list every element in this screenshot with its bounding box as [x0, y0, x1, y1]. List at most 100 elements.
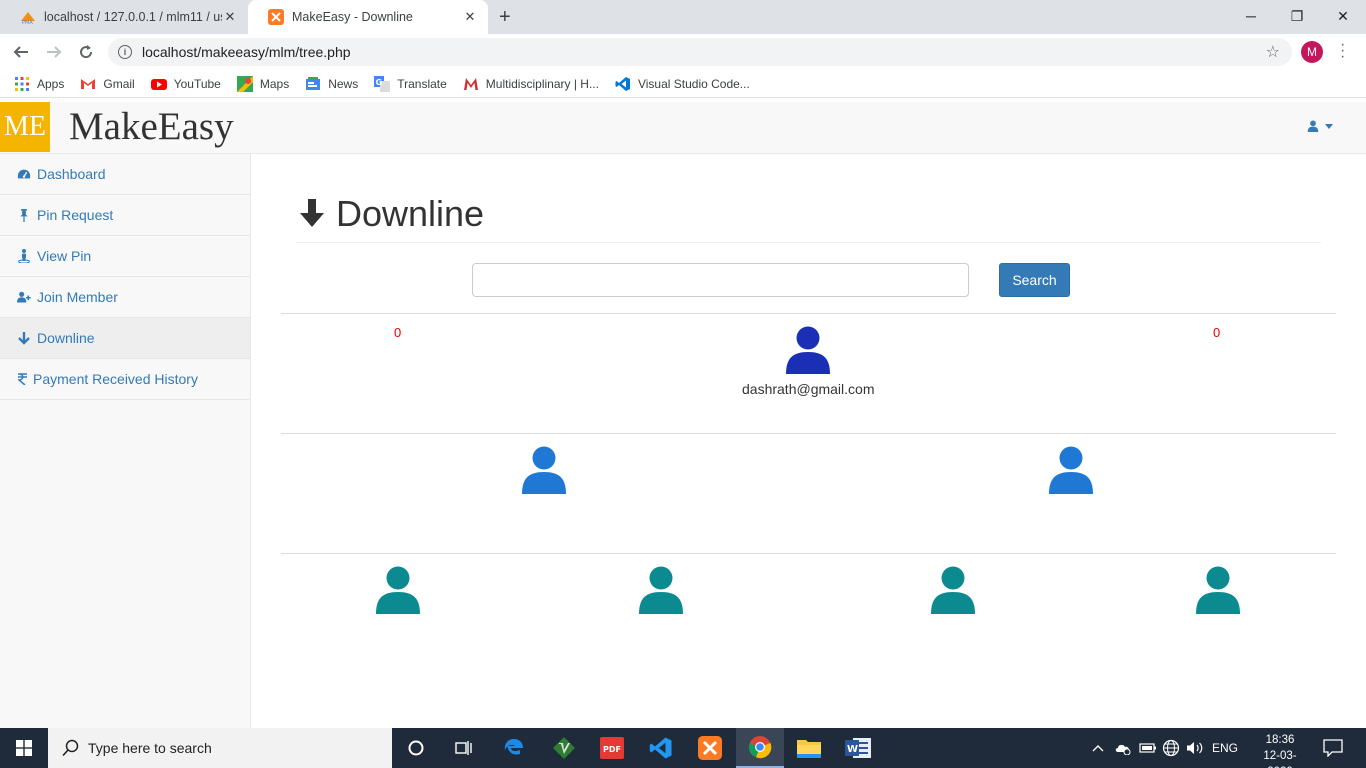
sidebar: Dashboard Pin Request View Pin Join Memb…	[0, 154, 251, 728]
taskbar-search-box[interactable]: Type here to search	[48, 728, 392, 768]
search-icon	[62, 739, 79, 757]
edge-icon[interactable]	[490, 728, 538, 768]
address-bar-row: i localhost/makeeasy/mlm/tree.php ☆ M · ·…	[0, 34, 1366, 70]
new-tab-icon[interactable]: +	[499, 6, 511, 29]
browser-menu-icon[interactable]: · · ·	[1340, 37, 1345, 65]
browser-tab-strip: PMA localhost / 127.0.0.1 / mlm11 / us ✕…	[0, 0, 1366, 34]
vscode-icon	[615, 76, 630, 91]
translate-icon: G	[374, 75, 391, 92]
m-logo-icon	[463, 77, 478, 90]
search-input[interactable]	[472, 263, 969, 297]
network-globe-icon[interactable]	[1162, 728, 1180, 768]
arrow-down-icon	[17, 331, 31, 345]
right-count: 0	[1213, 325, 1221, 340]
tree-node-left-right[interactable]	[638, 566, 684, 614]
bookmarks-bar: Apps Gmail YouTube Maps News G Translate…	[0, 70, 1366, 98]
tree-node-right-right[interactable]	[1195, 566, 1241, 614]
svg-text:PMA: PMA	[22, 20, 33, 25]
sidebar-item-label: Pin Request	[37, 207, 114, 223]
user-icon	[1307, 120, 1319, 132]
bookmark-vscode[interactable]: Visual Studio Code...	[615, 76, 750, 92]
bookmark-multidisciplinary[interactable]: Multidisciplinary | H...	[463, 76, 599, 92]
sidebar-item-label: Payment Received History	[33, 371, 198, 387]
chrome-icon[interactable]	[736, 728, 784, 768]
youtube-icon	[150, 78, 167, 90]
close-tab-icon[interactable]: ✕	[222, 9, 238, 25]
user-icon	[1196, 566, 1240, 614]
reload-icon[interactable]	[74, 40, 98, 64]
bookmark-apps[interactable]: Apps	[14, 76, 64, 92]
bookmark-youtube[interactable]: YouTube	[150, 76, 221, 92]
close-tab-icon[interactable]: ✕	[462, 9, 478, 25]
user-dropdown-toggle[interactable]	[1307, 120, 1333, 132]
sidebar-item-join-member[interactable]: Join Member	[0, 277, 250, 318]
brand-name[interactable]: MakeEasy	[69, 104, 234, 149]
bookmark-maps[interactable]: Maps	[236, 75, 290, 92]
vscode-icon[interactable]	[637, 728, 685, 768]
user-icon	[931, 566, 975, 614]
windows-start-icon[interactable]	[0, 728, 48, 768]
bookmark-label: Apps	[37, 76, 65, 91]
show-hidden-icons-chevron-icon[interactable]	[1092, 728, 1104, 768]
forward-arrow-icon[interactable]	[42, 40, 66, 64]
news-icon	[306, 76, 321, 90]
sidebar-item-payment-received-history[interactable]: Payment Received History	[0, 359, 250, 400]
street-view-icon	[17, 249, 31, 263]
brand-logo[interactable]: ME	[0, 102, 50, 152]
volume-icon[interactable]	[1186, 728, 1204, 768]
tree-node-left-left[interactable]	[375, 566, 421, 614]
restore-icon[interactable]: ❐	[1274, 0, 1320, 32]
minimize-icon[interactable]: ─	[1228, 0, 1274, 32]
tachometer-icon	[17, 168, 31, 180]
bookmark-label: Maps	[259, 76, 290, 91]
tree-node-root[interactable]	[785, 326, 831, 374]
main-content: Downline Search 0 0 dashrath@gmail.com	[251, 154, 1366, 728]
root-email: dashrath@gmail.com	[742, 381, 875, 397]
user-icon	[786, 326, 830, 374]
url-field[interactable]: i localhost/makeeasy/mlm/tree.php ☆	[108, 38, 1292, 66]
bookmark-label: Translate	[397, 76, 447, 91]
bookmark-star-icon[interactable]: ☆	[1266, 42, 1280, 62]
onedrive-sync-icon[interactable]	[1114, 728, 1132, 768]
gmail-icon	[81, 78, 96, 89]
xampp-icon	[268, 9, 284, 25]
sidebar-item-dashboard[interactable]: Dashboard	[0, 154, 250, 195]
tree-node-right[interactable]	[1048, 446, 1094, 494]
bookmark-gmail[interactable]: Gmail	[80, 76, 135, 92]
bookmark-translate[interactable]: G Translate	[374, 75, 447, 92]
sidebar-item-downline[interactable]: Downline	[0, 318, 250, 359]
vim-icon[interactable]	[540, 728, 588, 768]
search-button[interactable]: Search	[999, 263, 1070, 297]
site-info-icon[interactable]: i	[118, 45, 132, 59]
file-explorer-icon[interactable]	[785, 728, 833, 768]
battery-icon[interactable]	[1139, 728, 1157, 768]
tab-phpmyadmin[interactable]: PMA localhost / 127.0.0.1 / mlm11 / us ✕	[0, 0, 248, 34]
task-view-icon[interactable]	[440, 728, 488, 768]
xampp-icon[interactable]	[686, 728, 734, 768]
bookmark-label: Visual Studio Code...	[637, 76, 750, 91]
left-count: 0	[394, 325, 402, 340]
tree-node-left[interactable]	[521, 446, 567, 494]
close-window-icon[interactable]: ✕	[1320, 0, 1366, 32]
notifications-icon[interactable]	[1323, 728, 1343, 768]
tree-level-root: 0 0 dashrath@gmail.com	[281, 313, 1336, 433]
maps-icon	[236, 75, 253, 92]
sidebar-item-pin-request[interactable]: Pin Request	[0, 195, 250, 236]
phpmyadmin-icon: PMA	[21, 12, 35, 25]
sidebar-item-view-pin[interactable]: View Pin	[0, 236, 250, 277]
tab-makeeasy-downline[interactable]: MakeEasy - Downline ✕	[248, 0, 488, 34]
word-icon[interactable]: W	[834, 728, 882, 768]
tree-node-right-left[interactable]	[930, 566, 976, 614]
back-arrow-icon[interactable]	[9, 40, 33, 64]
language-indicator[interactable]: ENG	[1212, 728, 1238, 768]
bookmark-label: Multidisciplinary | H...	[485, 76, 599, 91]
tab-title: localhost / 127.0.0.1 / mlm11 / us	[44, 10, 222, 24]
user-icon	[1049, 446, 1093, 494]
cortana-icon[interactable]	[392, 728, 440, 768]
svg-text:G: G	[376, 78, 383, 87]
tree-level-1	[281, 433, 1336, 553]
pdf-reader-icon[interactable]: PDF	[588, 728, 636, 768]
bookmark-news[interactable]: News	[305, 76, 358, 92]
system-clock[interactable]: 18:36 12-03-2020	[1252, 732, 1308, 768]
profile-avatar[interactable]: M	[1301, 41, 1323, 63]
